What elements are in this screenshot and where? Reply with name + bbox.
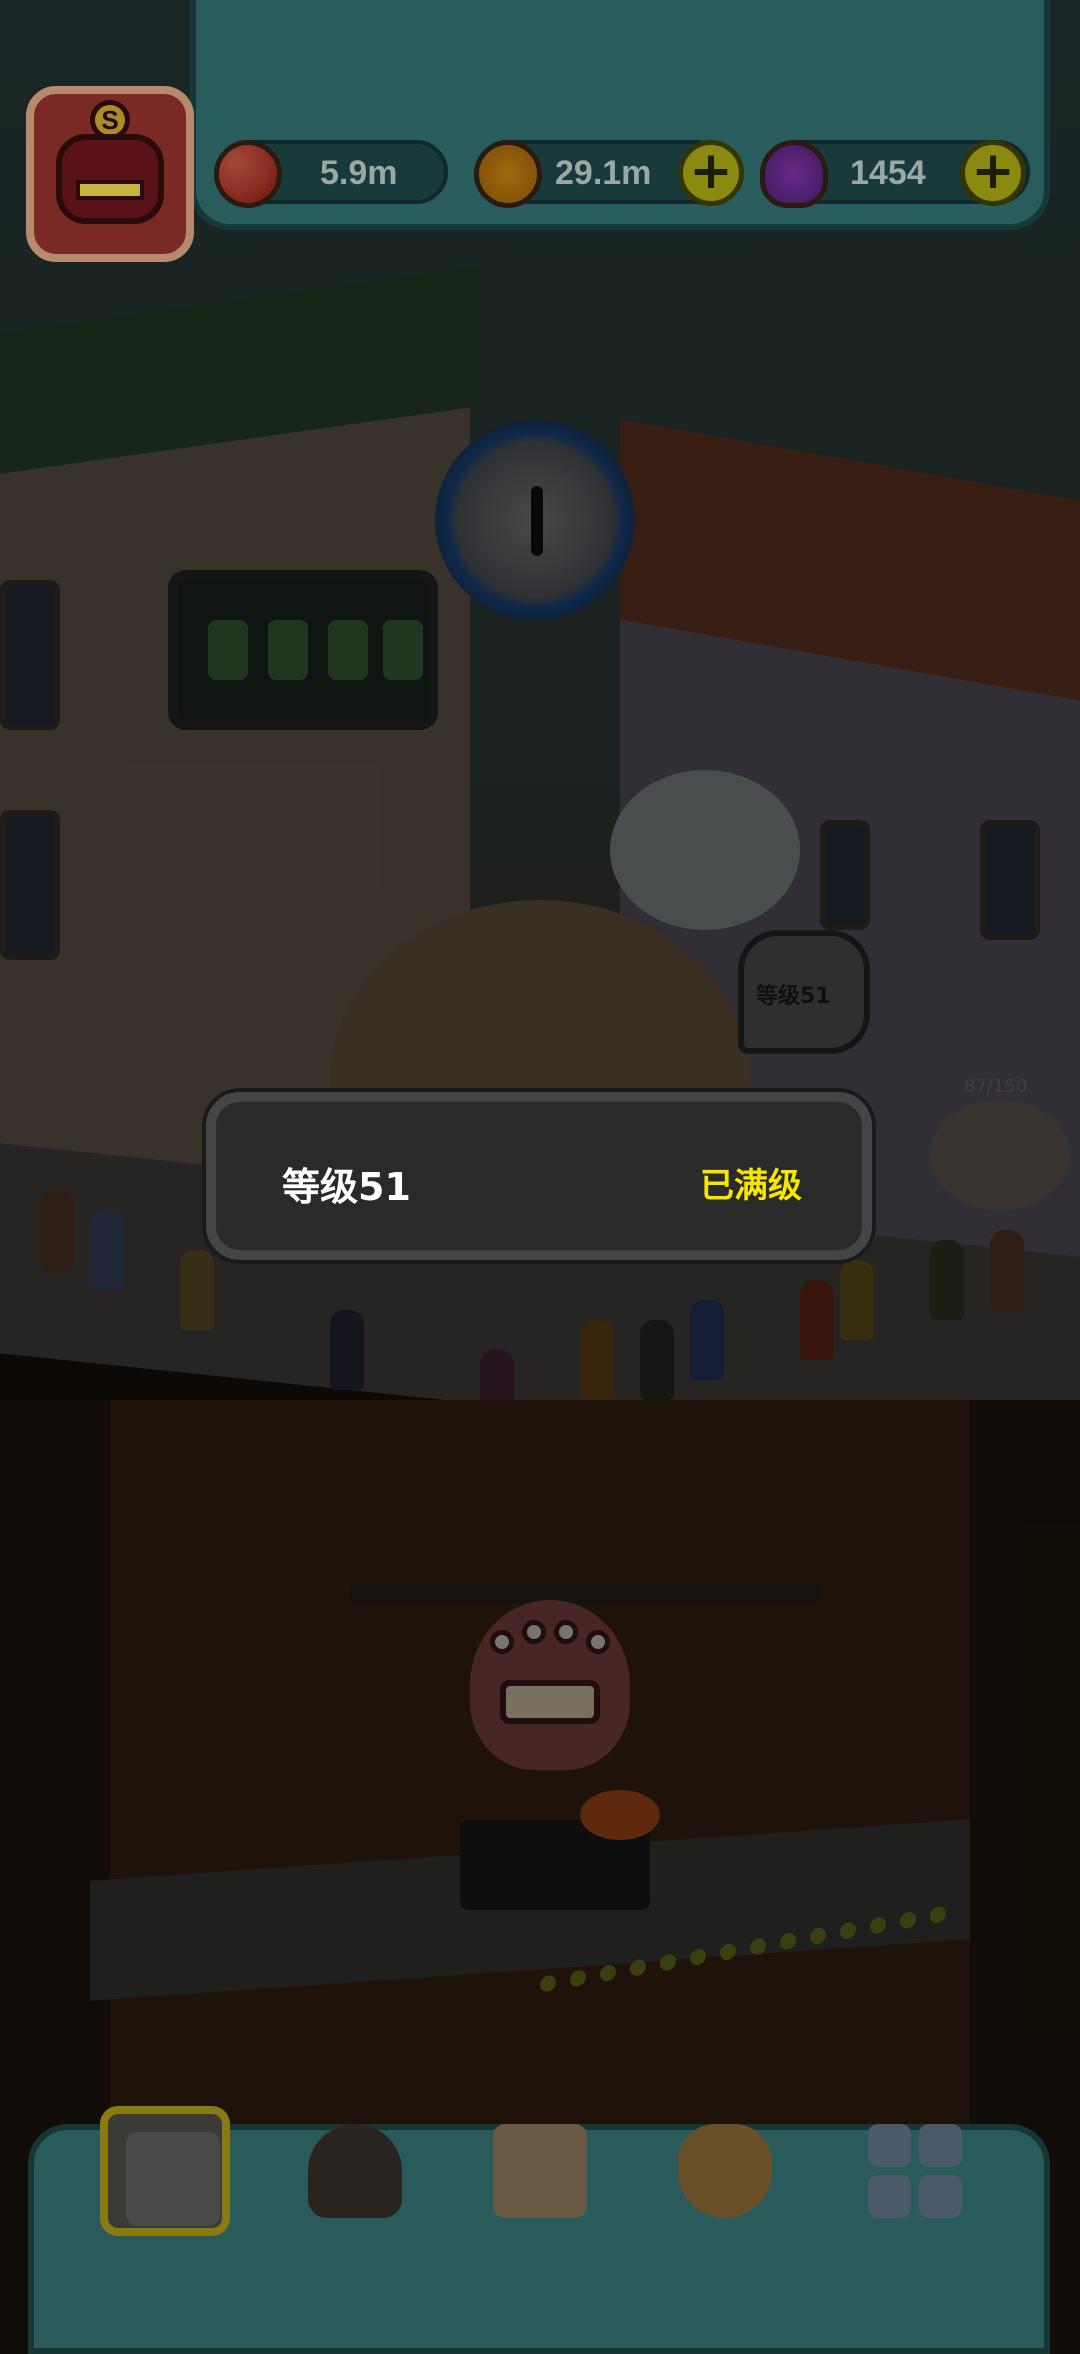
nav-more-button[interactable] [850, 2106, 980, 2236]
grid-icon [868, 2124, 962, 2218]
nav-shop-button[interactable] [660, 2106, 790, 2236]
money-bag-icon [678, 2124, 772, 2218]
eyeball-count: 5.9m [320, 154, 398, 192]
teeth-icon [76, 180, 144, 200]
restaurant-icon [126, 2132, 220, 2226]
coin-icon [474, 140, 542, 208]
potion-count: 1454 [850, 154, 926, 192]
popup-max-level-status: 已满级 [700, 1166, 802, 1206]
potion-icon [760, 140, 828, 208]
nav-monster-button[interactable] [290, 2106, 420, 2236]
nav-book-button[interactable] [475, 2106, 605, 2236]
level-popup[interactable]: 等级51 已满级 [206, 1092, 872, 1260]
monster-face-icon [56, 134, 164, 224]
eyeball-icon [214, 140, 282, 208]
nav-restaurant-button[interactable] [100, 2106, 230, 2236]
coin-count: 29.1m [555, 154, 652, 192]
book-icon [493, 2124, 587, 2218]
monster-icon [308, 2124, 402, 2218]
popup-level-title: 等级51 [282, 1165, 411, 1209]
player-avatar[interactable]: S [26, 86, 194, 262]
add-coins-button[interactable]: + [678, 140, 744, 206]
add-potions-button[interactable]: + [960, 140, 1026, 206]
